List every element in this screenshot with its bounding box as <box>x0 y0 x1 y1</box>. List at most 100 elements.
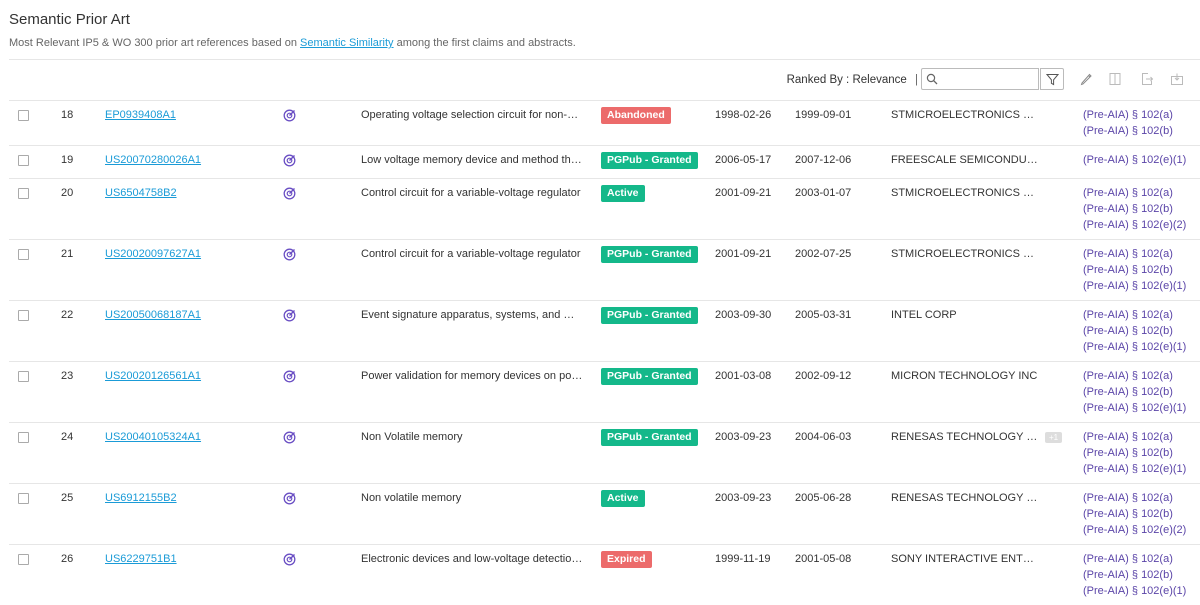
patent-id-link[interactable]: US6229751B1 <box>105 553 177 565</box>
filter-icon <box>1046 73 1059 86</box>
patent-id-link[interactable]: EP0939408A1 <box>105 109 176 121</box>
patent-title: Non volatile memory <box>361 484 583 510</box>
publication-date: 2005-03-31 <box>795 301 891 327</box>
table-row[interactable]: 20 US6504758B2 Control circuit for a var… <box>9 179 1200 240</box>
patent-id-link[interactable]: US20040105324A1 <box>105 431 201 443</box>
row-select-checkbox[interactable] <box>18 310 29 321</box>
priority-date: 2001-09-21 <box>715 240 795 266</box>
status-badge: Active <box>601 185 645 202</box>
semantic-target-icon[interactable] <box>283 309 296 322</box>
patent-id-link[interactable]: US6504758B2 <box>105 187 177 199</box>
ranked-by-label[interactable]: Ranked By : Relevance | <box>787 74 918 86</box>
law-citations: (Pre-AIA) § 102(a)(Pre-AIA) § 102(b)(Pre… <box>1083 299 1200 361</box>
table-row[interactable]: 19 US20070280026A1 Low voltage memory de… <box>9 146 1200 179</box>
semantic-target-icon[interactable] <box>283 109 296 122</box>
header-divider <box>9 59 1200 60</box>
publication-date: 2001-05-08 <box>795 545 891 571</box>
assignee-name: MICRON TECHNOLOGY INC <box>891 370 1037 382</box>
row-number: 24 <box>59 423 103 449</box>
prior-art-law-citation: (Pre-AIA) § 102(e)(2) <box>1083 217 1200 233</box>
semantic-target-icon[interactable] <box>283 248 296 261</box>
page-subtitle: Most Relevant IP5 & WO 300 prior art ref… <box>9 37 576 49</box>
row-select-checkbox[interactable] <box>18 155 29 166</box>
patent-id-link[interactable]: US6912155B2 <box>105 492 177 504</box>
law-citations: (Pre-AIA) § 102(a)(Pre-AIA) § 102(b)(Pre… <box>1083 238 1200 300</box>
prior-art-law-citation: (Pre-AIA) § 102(b) <box>1083 123 1200 139</box>
row-select-checkbox[interactable] <box>18 188 29 199</box>
semantic-target-icon[interactable] <box>283 370 296 383</box>
semantic-target-icon[interactable] <box>283 553 296 566</box>
prior-art-law-citation: (Pre-AIA) § 102(b) <box>1083 323 1200 339</box>
prior-art-law-citation: (Pre-AIA) § 102(b) <box>1083 262 1200 278</box>
patent-id-link[interactable]: US20020097627A1 <box>105 248 201 260</box>
filter-button[interactable] <box>1040 68 1064 90</box>
status-badge: Expired <box>601 551 652 568</box>
patent-title: Low voltage memory device and method the… <box>361 146 583 172</box>
results-toolbar: Ranked By : Relevance | <box>0 68 1200 94</box>
annotate-pencil-icon[interactable] <box>1079 72 1093 86</box>
status-badge: PGPub - Granted <box>601 152 698 169</box>
prior-art-law-citation: (Pre-AIA) § 102(b) <box>1083 567 1200 583</box>
add-to-folder-icon[interactable] <box>1170 72 1184 86</box>
toolbar-separator: | <box>915 74 918 86</box>
law-citations: (Pre-AIA) § 102(a)(Pre-AIA) § 102(b)(Pre… <box>1083 177 1200 239</box>
table-row[interactable]: 18 EP0939408A1 Operating voltage selecti… <box>9 101 1200 146</box>
prior-art-law-citation: (Pre-AIA) § 102(e)(1) <box>1083 278 1200 294</box>
additional-assignees-badge[interactable]: +1 <box>1045 432 1062 443</box>
prior-art-law-citation: (Pre-AIA) § 102(a) <box>1083 490 1200 506</box>
publication-date: 2004-06-03 <box>795 423 891 449</box>
priority-date: 2001-03-08 <box>715 362 795 388</box>
search-box[interactable] <box>921 68 1039 90</box>
patent-title: Control circuit for a variable-voltage r… <box>361 179 583 205</box>
subtitle-text-post: among the first claims and abstracts. <box>394 37 576 49</box>
priority-date: 1999-11-19 <box>715 545 795 571</box>
prior-art-law-citation: (Pre-AIA) § 102(a) <box>1083 185 1200 201</box>
publication-date: 2005-06-28 <box>795 484 891 510</box>
prior-art-law-citation: (Pre-AIA) § 102(e)(1) <box>1083 461 1200 477</box>
status-badge: Abandoned <box>601 107 671 124</box>
row-number: 23 <box>59 362 103 388</box>
semantic-target-icon[interactable] <box>283 187 296 200</box>
row-select-checkbox[interactable] <box>18 554 29 565</box>
semantic-target-icon[interactable] <box>283 492 296 505</box>
publication-date: 2002-07-25 <box>795 240 891 266</box>
row-select-checkbox[interactable] <box>18 371 29 382</box>
prior-art-law-citation: (Pre-AIA) § 102(b) <box>1083 384 1200 400</box>
search-input[interactable] <box>940 71 1039 89</box>
export-icon[interactable] <box>1140 72 1154 86</box>
row-select-checkbox[interactable] <box>18 432 29 443</box>
status-badge: PGPub - Granted <box>601 307 698 324</box>
status-badge: PGPub - Granted <box>601 429 698 446</box>
prior-art-law-citation: (Pre-AIA) § 102(e)(1) <box>1083 400 1200 416</box>
patent-id-link[interactable]: US20020126561A1 <box>105 370 201 382</box>
priority-date: 1998-02-26 <box>715 101 795 127</box>
patent-title: Event signature apparatus, systems, and … <box>361 301 583 327</box>
law-citations: (Pre-AIA) § 102(a)(Pre-AIA) § 102(b)(Pre… <box>1083 543 1200 605</box>
priority-date: 2003-09-23 <box>715 484 795 510</box>
search-icon <box>926 73 938 85</box>
assignee-name: RENESAS TECHNOLOGY CORP <box>891 492 1041 504</box>
table-row[interactable]: 23 US20020126561A1 Power validation for … <box>9 362 1200 423</box>
table-row[interactable]: 26 US6229751B1 Electronic devices and lo… <box>9 545 1200 605</box>
table-row[interactable]: 24 US20040105324A1 Non Volatile memory P… <box>9 423 1200 484</box>
prior-art-law-citation: (Pre-AIA) § 102(a) <box>1083 429 1200 445</box>
assignee-name: STMICROELECTRONICS S.R.L. <box>891 187 1041 199</box>
row-select-checkbox[interactable] <box>18 110 29 121</box>
status-badge: PGPub - Granted <box>601 368 698 385</box>
table-row[interactable]: 25 US6912155B2 Non volatile memory Activ… <box>9 484 1200 545</box>
prior-art-law-citation: (Pre-AIA) § 102(e)(2) <box>1083 522 1200 538</box>
row-select-checkbox[interactable] <box>18 249 29 260</box>
semantic-target-icon[interactable] <box>283 431 296 444</box>
patent-title: Non Volatile memory <box>361 423 583 449</box>
patent-id-link[interactable]: US20070280026A1 <box>105 154 201 166</box>
semantic-similarity-link[interactable]: Semantic Similarity <box>300 37 394 49</box>
patent-id-link[interactable]: US20050068187A1 <box>105 309 201 321</box>
table-row[interactable]: 22 US20050068187A1 Event signature appar… <box>9 301 1200 362</box>
semantic-target-icon[interactable] <box>283 154 296 167</box>
table-row[interactable]: 21 US20020097627A1 Control circuit for a… <box>9 240 1200 301</box>
prior-art-law-citation: (Pre-AIA) § 102(e)(1) <box>1083 339 1200 355</box>
compare-documents-icon[interactable] <box>1108 72 1122 86</box>
law-citations: (Pre-AIA) § 102(a)(Pre-AIA) § 102(b)(Pre… <box>1083 360 1200 422</box>
subtitle-text-pre: Most Relevant IP5 & WO 300 prior art ref… <box>9 37 300 49</box>
row-select-checkbox[interactable] <box>18 493 29 504</box>
